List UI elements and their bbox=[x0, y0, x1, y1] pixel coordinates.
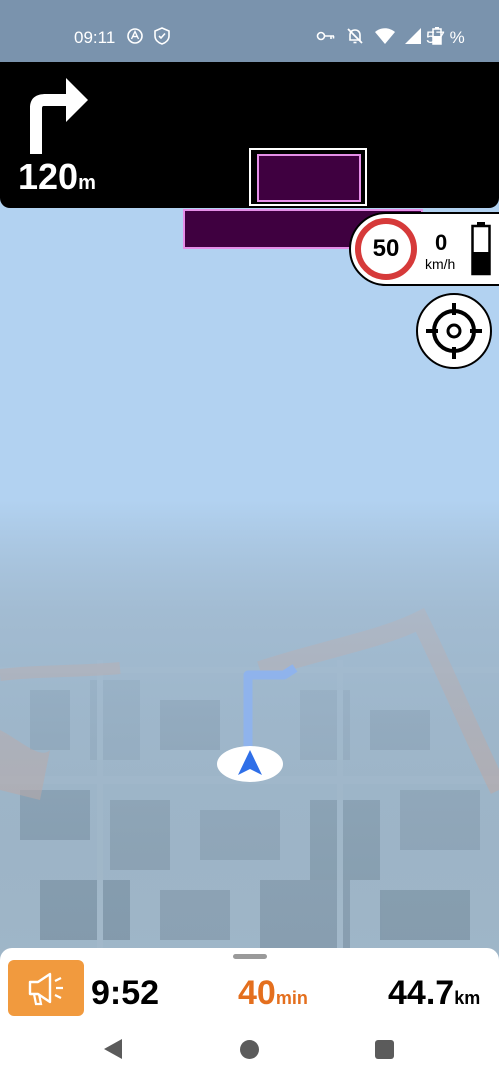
signal-icon bbox=[405, 28, 422, 44]
device-battery-icon bbox=[471, 222, 491, 276]
turn-distance-value: 120 bbox=[18, 156, 79, 197]
speed-limit-sign: 50 bbox=[355, 218, 417, 280]
next-street-sign bbox=[249, 148, 367, 206]
auto-icon bbox=[127, 28, 143, 44]
status-time: 09:11 bbox=[74, 28, 116, 47]
speed-unit: km/h bbox=[425, 256, 456, 272]
back-icon[interactable] bbox=[104, 1039, 122, 1059]
navigation-header[interactable]: 120m bbox=[0, 62, 499, 249]
turn-right-icon bbox=[30, 78, 88, 154]
duration-unit: min bbox=[275, 988, 308, 1008]
trip-info-bar[interactable]: 9:52 40min 44.7km bbox=[0, 948, 499, 1020]
speed-limit-value: 50 bbox=[372, 235, 400, 262]
shield-icon bbox=[154, 27, 171, 45]
remaining-distance: 44.7km bbox=[388, 974, 480, 1013]
current-speed: 0 bbox=[435, 230, 448, 255]
distance-unit: km bbox=[454, 988, 481, 1008]
recenter-button[interactable] bbox=[416, 293, 492, 369]
key-icon bbox=[316, 31, 335, 41]
system-navigation-bar bbox=[0, 1020, 499, 1080]
current-location-cursor bbox=[217, 746, 283, 782]
duration-value: 40 bbox=[238, 974, 276, 1012]
status-icons-left bbox=[126, 27, 176, 45]
battery-percent: 57 % bbox=[426, 28, 465, 47]
bell-off-icon bbox=[347, 28, 364, 44]
distance-value: 44.7 bbox=[388, 974, 455, 1012]
megaphone-icon bbox=[28, 972, 63, 1006]
speed-widget[interactable]: 50 0 km/h bbox=[349, 212, 499, 286]
voice-guidance-button[interactable] bbox=[8, 960, 84, 1016]
home-icon[interactable] bbox=[240, 1040, 259, 1059]
status-bar: 09:11 57 % bbox=[0, 0, 499, 62]
drag-handle[interactable] bbox=[233, 954, 267, 959]
recents-icon[interactable] bbox=[375, 1040, 394, 1059]
arrival-time: 9:52 bbox=[91, 974, 160, 1012]
trip-duration: 40min bbox=[238, 974, 308, 1013]
turn-distance: 120m bbox=[18, 156, 96, 198]
wifi-icon bbox=[374, 28, 395, 44]
turn-distance-unit: m bbox=[78, 172, 96, 194]
map-view[interactable] bbox=[0, 500, 499, 960]
crosshair-icon bbox=[426, 303, 482, 359]
next-street-sign-panel bbox=[257, 154, 361, 202]
